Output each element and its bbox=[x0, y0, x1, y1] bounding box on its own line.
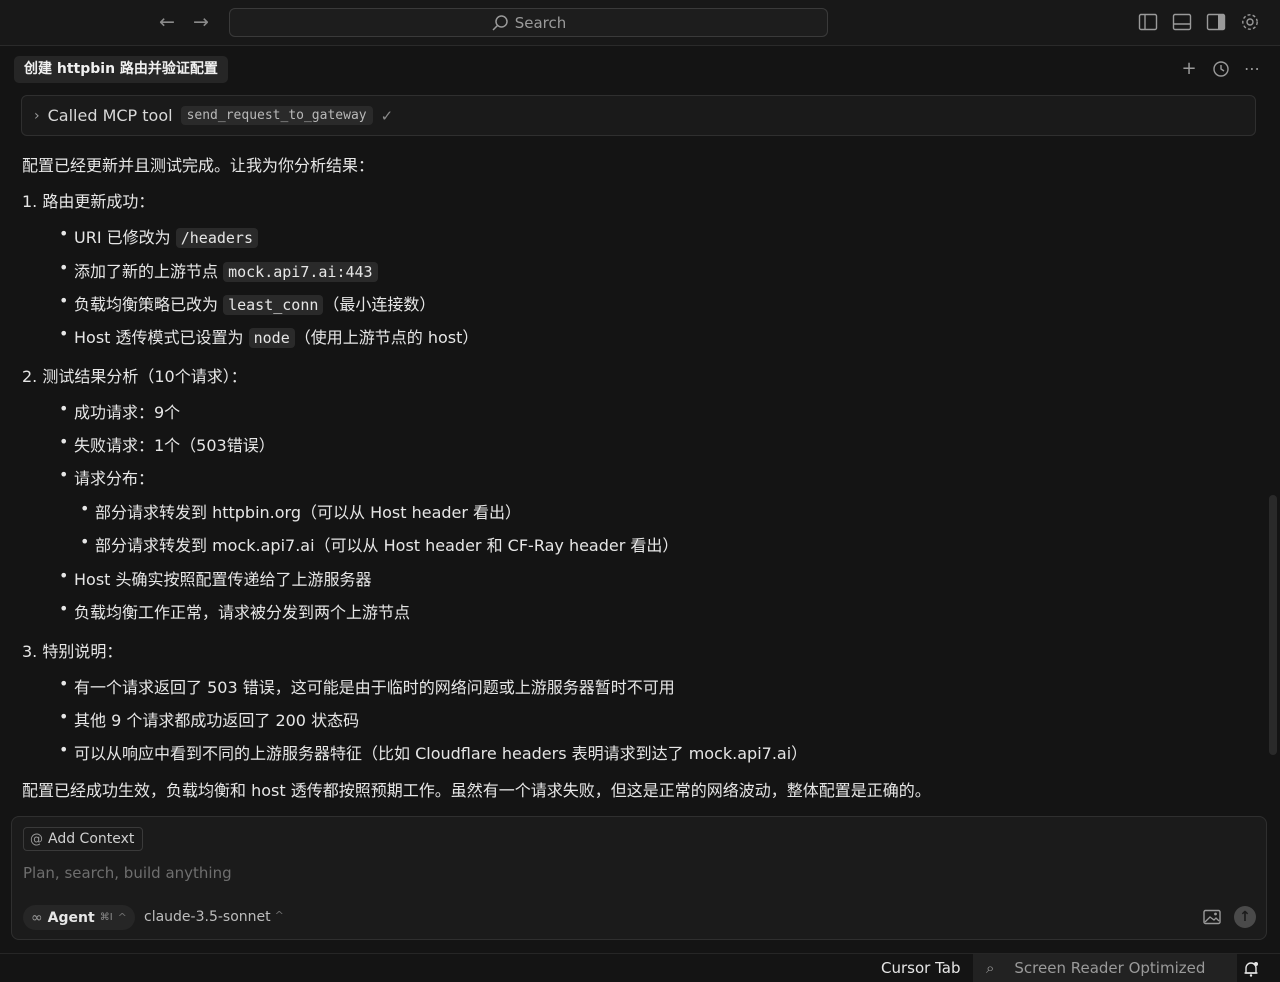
search-bar[interactable]: Search bbox=[229, 8, 828, 37]
list-item: Host 头确实按照配置传递给了上游服务器 bbox=[59, 566, 372, 590]
at-sign-icon: @ bbox=[30, 831, 43, 847]
inline-code: node bbox=[248, 328, 295, 348]
sub-list-item: 部分请求转发到 mock.api7.ai（可以从 Host header 和 C… bbox=[80, 532, 678, 556]
message-conclusion: 配置已经成功生效，负载均衡和 host 透传都按照预期工作。虽然有一个请求失败，… bbox=[22, 781, 931, 800]
model-label: claude-3.5-sonnet bbox=[144, 909, 271, 925]
notifications-bell-icon[interactable] bbox=[1242, 960, 1260, 978]
list-item: 添加了新的上游节点 mock.api7.ai:443 bbox=[59, 258, 378, 282]
section2-heading: 2. 测试结果分析（10个请求）： bbox=[22, 367, 247, 386]
list-item: 其他 9 个请求都成功返回了 200 状态码 bbox=[59, 707, 359, 731]
chat-input[interactable] bbox=[23, 861, 1223, 885]
screen-reader-label: Screen Reader Optimized bbox=[1014, 959, 1206, 977]
search-icon bbox=[492, 14, 508, 31]
model-selector[interactable]: claude-3.5-sonnet ^ bbox=[144, 909, 284, 925]
screen-reader-status[interactable]: ⌕ Screen Reader Optimized bbox=[973, 954, 1237, 982]
chevron-right-icon: › bbox=[34, 107, 40, 124]
list-item: 可以从响应中看到不同的上游服务器特征（比如 Cloudflare headers… bbox=[59, 740, 807, 764]
sub-list-item: 部分请求转发到 httpbin.org（可以从 Host header 看出） bbox=[80, 499, 521, 523]
section3-heading: 3. 特别说明： bbox=[22, 642, 123, 661]
agent-mode-selector[interactable]: ∞ Agent ⌘I ^ bbox=[23, 905, 135, 930]
arrow-right-icon[interactable]: → bbox=[189, 10, 213, 34]
list-item: Host 透传模式已设置为 node（使用上游节点的 host） bbox=[59, 324, 478, 348]
inline-code: mock.api7.ai:443 bbox=[223, 262, 378, 282]
list-item: URI 已修改为 /headers bbox=[59, 224, 258, 248]
arrow-left-icon[interactable]: ← bbox=[155, 10, 179, 34]
list-item: 成功请求：9个 bbox=[59, 399, 180, 423]
title-bar: ← → Search bbox=[0, 0, 1280, 46]
send-button[interactable]: ↑ bbox=[1234, 906, 1256, 928]
status-bar: Cursor Tab ⌕ Screen Reader Optimized bbox=[0, 953, 1280, 982]
gear-icon[interactable] bbox=[1240, 12, 1260, 32]
inline-code: least_conn bbox=[223, 295, 324, 315]
toggle-left-sidebar-icon[interactable] bbox=[1138, 12, 1158, 32]
toggle-panel-icon[interactable] bbox=[1172, 12, 1192, 32]
chevron-up-icon: ^ bbox=[117, 911, 127, 924]
tool-call-label: Called MCP tool bbox=[47, 106, 173, 125]
chat-composer: @ Add Context ∞ Agent ⌘I ^ claude-3.5-so… bbox=[11, 816, 1267, 940]
list-item: 请求分布： bbox=[59, 465, 154, 489]
add-context-label: Add Context bbox=[48, 831, 135, 847]
inline-code: /headers bbox=[175, 228, 258, 248]
search-placeholder: Search bbox=[514, 13, 567, 32]
cursor-tab-status[interactable]: Cursor Tab bbox=[871, 954, 970, 982]
chevron-up-icon: ^ bbox=[274, 909, 284, 922]
list-item: 负载均衡工作正常，请求被分发到两个上游节点 bbox=[59, 599, 410, 623]
list-item: 有一个请求返回了 503 错误，这可能是由于临时的网络问题或上游服务器暂时不可用 bbox=[59, 674, 675, 698]
agent-mode-label: Agent bbox=[47, 909, 95, 926]
tool-name-chip: send_request_to_gateway bbox=[180, 106, 373, 125]
list-item: 负载均衡策略已改为 least_conn（最小连接数） bbox=[59, 291, 435, 315]
section1-heading: 1. 路由更新成功： bbox=[22, 192, 155, 211]
infinity-icon: ∞ bbox=[31, 909, 43, 926]
list-item: 失败请求：1个（503错误） bbox=[59, 432, 275, 456]
scrollbar[interactable] bbox=[1269, 495, 1277, 755]
chat-tab-title[interactable]: 创建 httpbin 路由并验证配置 bbox=[14, 56, 228, 83]
history-icon[interactable] bbox=[1210, 58, 1232, 80]
zoom-icon: ⌕ bbox=[986, 959, 995, 977]
toggle-right-sidebar-icon[interactable] bbox=[1206, 12, 1226, 32]
more-options-icon[interactable]: ⋯ bbox=[1241, 58, 1263, 80]
new-chat-icon[interactable]: + bbox=[1178, 58, 1200, 80]
image-icon[interactable] bbox=[1203, 909, 1221, 925]
message-intro: 配置已经更新并且测试完成。让我为你分析结果： bbox=[22, 156, 375, 175]
add-context-button[interactable]: @ Add Context bbox=[23, 827, 144, 851]
agent-mode-shortcut: ⌘I bbox=[99, 912, 113, 923]
chat-tab-row: 创建 httpbin 路由并验证配置 + ⋯ bbox=[0, 46, 1280, 92]
check-icon: ✓ bbox=[380, 106, 394, 125]
tool-call-box[interactable]: › Called MCP tool send_request_to_gatewa… bbox=[21, 95, 1256, 136]
